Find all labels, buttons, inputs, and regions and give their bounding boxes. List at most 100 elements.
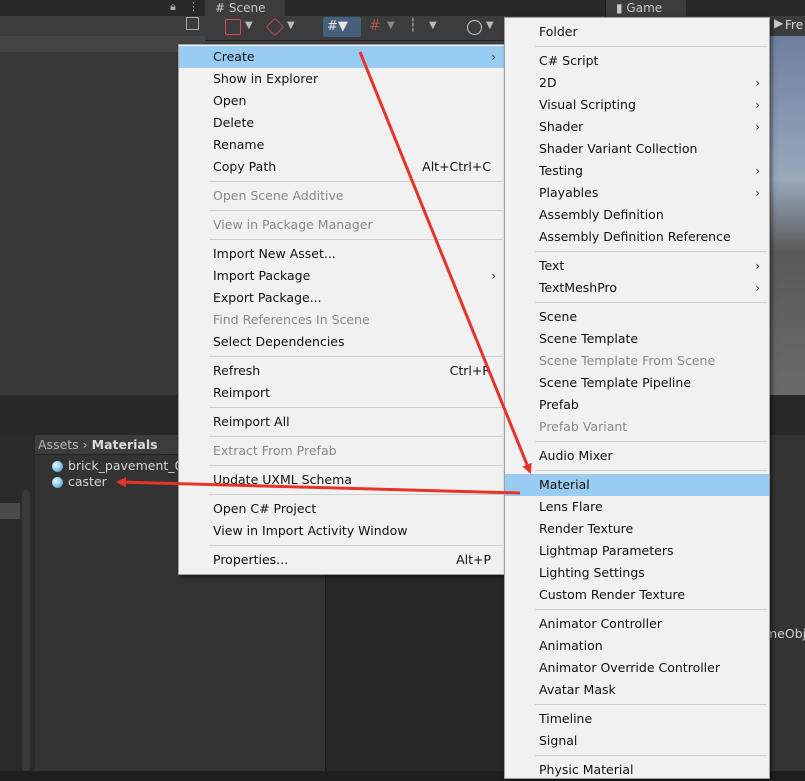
menu-item-material[interactable]: Material bbox=[505, 474, 769, 496]
menu-item-reimport-all[interactable]: Reimport All bbox=[179, 411, 505, 433]
menu-separator bbox=[209, 436, 503, 437]
menu-item-prefab[interactable]: Prefab bbox=[505, 394, 769, 416]
menu-item-testing[interactable]: Testing › bbox=[505, 160, 769, 182]
menu-item-lighting-settings[interactable]: Lighting Settings bbox=[505, 562, 769, 584]
grid-snap-icon[interactable]: #▼ bbox=[323, 17, 361, 37]
chevron-right-icon: › bbox=[82, 437, 92, 452]
menu-item-label: Playables bbox=[539, 185, 599, 200]
menu-item-scene[interactable]: Scene bbox=[505, 306, 769, 328]
menu-item-scene-template[interactable]: Scene Template bbox=[505, 328, 769, 350]
selected-folder-row[interactable] bbox=[0, 503, 20, 519]
menu-item-shader-variant-collection[interactable]: Shader Variant Collection bbox=[505, 138, 769, 160]
menu-item-avatar-mask[interactable]: Avatar Mask bbox=[505, 679, 769, 701]
menu-item-label: Visual Scripting bbox=[539, 97, 636, 112]
menu-item-animation[interactable]: Animation bbox=[505, 635, 769, 657]
menu-item-reimport[interactable]: Reimport bbox=[179, 382, 505, 404]
hierarchy-row[interactable] bbox=[0, 36, 205, 52]
game-viewport[interactable] bbox=[765, 36, 805, 396]
list-item[interactable]: caster bbox=[52, 474, 107, 490]
menu-item-label: Lightmap Parameters bbox=[539, 543, 674, 558]
tab-game[interactable]: ▮ Game bbox=[606, 0, 686, 16]
menu-item-label: Material bbox=[539, 477, 590, 492]
tab-scene[interactable]: # Scene bbox=[205, 0, 285, 16]
menu-item-delete[interactable]: Delete bbox=[179, 112, 505, 134]
menu-item-label: Scene bbox=[539, 309, 578, 324]
menu-item-copy-path[interactable]: Copy Path Alt+Ctrl+C bbox=[179, 156, 505, 178]
dropdown-arrow-icon[interactable]: ▼ bbox=[287, 20, 295, 31]
menu-item-physic-material[interactable]: Physic Material bbox=[505, 759, 769, 781]
dropdown-arrow-icon[interactable]: ▼ bbox=[387, 20, 395, 31]
menu-item-rename[interactable]: Rename bbox=[179, 134, 505, 156]
chevron-right-icon: › bbox=[491, 50, 496, 64]
menu-item-label: Lens Flare bbox=[539, 499, 603, 514]
play-icon[interactable]: ▶ bbox=[774, 16, 783, 30]
menu-dots-icon[interactable]: ⋮ bbox=[188, 0, 199, 13]
menu-item-2d[interactable]: 2D › bbox=[505, 72, 769, 94]
menu-item-open[interactable]: Open bbox=[179, 90, 505, 112]
dropdown-arrow-icon[interactable]: ▼ bbox=[245, 20, 253, 31]
menu-item-c-script[interactable]: C# Script bbox=[505, 50, 769, 72]
menu-item-scene-template-pipeline[interactable]: Scene Template Pipeline bbox=[505, 372, 769, 394]
menu-item-textmeshpro[interactable]: TextMeshPro › bbox=[505, 277, 769, 299]
menu-item-label: TextMeshPro bbox=[539, 280, 618, 295]
menu-separator bbox=[535, 609, 767, 610]
menu-item-label: Copy Path bbox=[213, 159, 277, 174]
menu-item-label: Import Package bbox=[213, 268, 311, 283]
menu-item-render-texture[interactable]: Render Texture bbox=[505, 518, 769, 540]
chevron-right-icon: › bbox=[755, 98, 760, 112]
menu-item-export-package[interactable]: Export Package... bbox=[179, 287, 505, 309]
maximize-icon[interactable] bbox=[186, 17, 199, 30]
menu-item-label: Physic Material bbox=[539, 762, 634, 777]
menu-item-text[interactable]: Text › bbox=[505, 255, 769, 277]
scrollbar[interactable] bbox=[22, 490, 30, 771]
menu-item-view-in-import-activity-window[interactable]: View in Import Activity Window bbox=[179, 520, 505, 542]
menu-item-folder[interactable]: Folder bbox=[505, 21, 769, 43]
draw-mode-icon[interactable] bbox=[225, 19, 241, 35]
menu-item-signal[interactable]: Signal bbox=[505, 730, 769, 752]
breadcrumb-assets[interactable]: Assets bbox=[38, 437, 79, 452]
chevron-right-icon: › bbox=[755, 120, 760, 134]
menu-item-select-dependencies[interactable]: Select Dependencies bbox=[179, 331, 505, 353]
menu-item-custom-render-texture[interactable]: Custom Render Texture bbox=[505, 584, 769, 606]
menu-item-lightmap-parameters[interactable]: Lightmap Parameters bbox=[505, 540, 769, 562]
menu-item-update-uxml-schema[interactable]: Update UXML Schema bbox=[179, 469, 505, 491]
menu-item-scene-template-from-scene: Scene Template From Scene bbox=[505, 350, 769, 372]
menu-item-timeline[interactable]: Timeline bbox=[505, 708, 769, 730]
inspector-label: meObj bbox=[765, 626, 805, 641]
menu-item-import-package[interactable]: Import Package › bbox=[179, 265, 505, 287]
shading-sphere-icon[interactable] bbox=[467, 20, 482, 35]
dropdown-arrow-icon[interactable]: ▼ bbox=[486, 20, 494, 31]
breadcrumb-materials[interactable]: Materials bbox=[92, 437, 158, 452]
menu-item-visual-scripting[interactable]: Visual Scripting › bbox=[505, 94, 769, 116]
menu-separator bbox=[209, 210, 503, 211]
menu-item-label: Prefab bbox=[539, 397, 579, 412]
list-item[interactable]: brick_pavement_01 bbox=[52, 458, 190, 474]
menu-item-animator-controller[interactable]: Animator Controller bbox=[505, 613, 769, 635]
menu-item-label: Properties... bbox=[213, 552, 289, 567]
lock-icon[interactable]: 🔒︎ bbox=[170, 0, 176, 14]
menu-item-show-in-explorer[interactable]: Show in Explorer bbox=[179, 68, 505, 90]
ruler-icon[interactable]: ┆ bbox=[409, 18, 417, 33]
menu-item-assembly-definition[interactable]: Assembly Definition bbox=[505, 204, 769, 226]
create-submenu: Folder C# Script 2D › Visual Scripting › Shade… bbox=[504, 17, 770, 779]
menu-item-animator-override-controller[interactable]: Animator Override Controller bbox=[505, 657, 769, 679]
menu-item-open-c-project[interactable]: Open C# Project bbox=[179, 498, 505, 520]
menu-item-assembly-definition-reference[interactable]: Assembly Definition Reference bbox=[505, 226, 769, 248]
menu-item-create[interactable]: Create › bbox=[179, 46, 505, 68]
menu-item-lens-flare[interactable]: Lens Flare bbox=[505, 496, 769, 518]
menu-item-audio-mixer[interactable]: Audio Mixer bbox=[505, 445, 769, 467]
menu-item-label: Open Scene Additive bbox=[213, 188, 344, 203]
dropdown-arrow-icon[interactable]: ▼ bbox=[429, 20, 437, 31]
menu-item-label: Shader bbox=[539, 119, 584, 134]
game-toolbar-label[interactable]: Fre bbox=[785, 18, 803, 32]
menu-item-label: Select Dependencies bbox=[213, 334, 345, 349]
menu-separator bbox=[535, 251, 767, 252]
menu-item-shader[interactable]: Shader › bbox=[505, 116, 769, 138]
menu-item-refresh[interactable]: Refresh Ctrl+R bbox=[179, 360, 505, 382]
menu-item-playables[interactable]: Playables › bbox=[505, 182, 769, 204]
menu-item-properties[interactable]: Properties... Alt+P bbox=[179, 549, 505, 571]
menu-item-import-new-asset[interactable]: Import New Asset... bbox=[179, 243, 505, 265]
snap-icon[interactable]: # bbox=[369, 18, 381, 34]
menu-separator bbox=[535, 470, 767, 471]
cube-icon[interactable] bbox=[265, 17, 285, 37]
